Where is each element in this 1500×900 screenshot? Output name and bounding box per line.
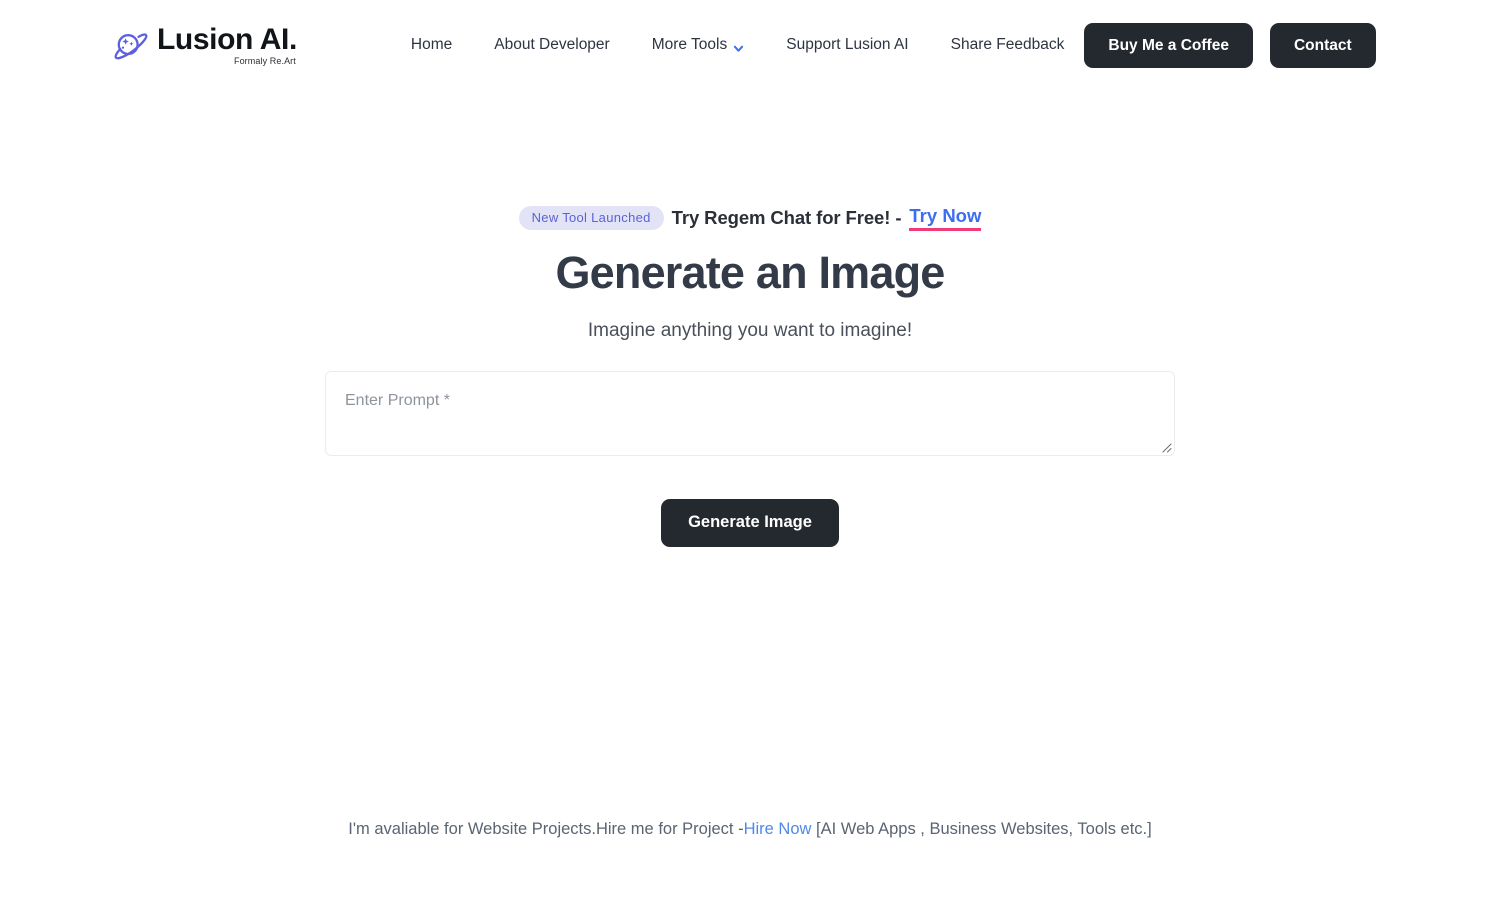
prompt-input[interactable]: Enter Prompt * (325, 370, 1175, 456)
main-content: New Tool Launched Try Regem Chat for Fre… (0, 90, 1500, 547)
footer-text-before: I'm avaliable for Website Projects.Hire … (348, 820, 744, 838)
nav-item-home[interactable]: Home (411, 26, 452, 64)
nav-item-support-lusion-ai-label: Support Lusion AI (786, 36, 909, 53)
hire-now-link[interactable]: Hire Now (744, 820, 812, 838)
nav-item-home-label: Home (410, 36, 453, 53)
nav-item-more-tools[interactable]: More Tools (652, 26, 745, 64)
brand-text: Lusion AI. Formaly Re.Art (157, 24, 297, 66)
nav-item-share-feedback[interactable]: Share Feedback (951, 26, 1065, 64)
contact-button[interactable]: Contact (1269, 22, 1376, 68)
announcement-banner: New Tool Launched Try Regem Chat for Fre… (0, 205, 1500, 231)
nav-item-about-developer[interactable]: About Developer (494, 26, 609, 64)
footer-text-after: [AI Web Apps , Business Websites, Tools … (811, 820, 1152, 838)
primary-nav: Home About Developer More Tools Support … (411, 22, 1376, 68)
brand-logo[interactable]: Lusion AI. Formaly Re.Art (108, 24, 297, 66)
planet-sparkle-icon (108, 25, 148, 65)
generate-image-button[interactable]: Generate Image (661, 498, 839, 547)
brand-name: Lusion AI. (157, 23, 297, 57)
header-actions: Buy Me a Coffee Contact (1084, 22, 1376, 68)
try-now-link[interactable]: Try Now (909, 205, 982, 231)
announcement-text: Try Regem Chat for Free! - (671, 207, 902, 228)
resize-grip-icon[interactable] (1158, 439, 1172, 453)
nav-item-more-tools-label: More Tools (651, 36, 728, 53)
new-tool-badge: New Tool Launched (518, 206, 664, 230)
prompt-placeholder: Enter Prompt * (345, 391, 450, 409)
site-header: Lusion AI. Formaly Re.Art Home About Dev… (0, 0, 1500, 90)
nav-item-about-developer-label: About Developer (494, 36, 610, 53)
nav-item-share-feedback-label: Share Feedback (950, 36, 1065, 53)
brand-tagline: Formaly Re.Art (233, 55, 296, 66)
page-title: Generate an Image (555, 247, 945, 298)
page-subtitle: Imagine anything you want to imagine! (587, 319, 913, 341)
nav-item-support-lusion-ai[interactable]: Support Lusion AI (786, 26, 908, 64)
chevron-down-icon (733, 41, 744, 52)
buy-me-a-coffee-button[interactable]: Buy Me a Coffee (1084, 22, 1253, 68)
page-root: Lusion AI. Formaly Re.Art Home About Dev… (0, 0, 1500, 900)
prompt-field-wrapper: Enter Prompt * (325, 370, 1175, 456)
site-footer: I'm avaliable for Website Projects.Hire … (0, 820, 1500, 839)
